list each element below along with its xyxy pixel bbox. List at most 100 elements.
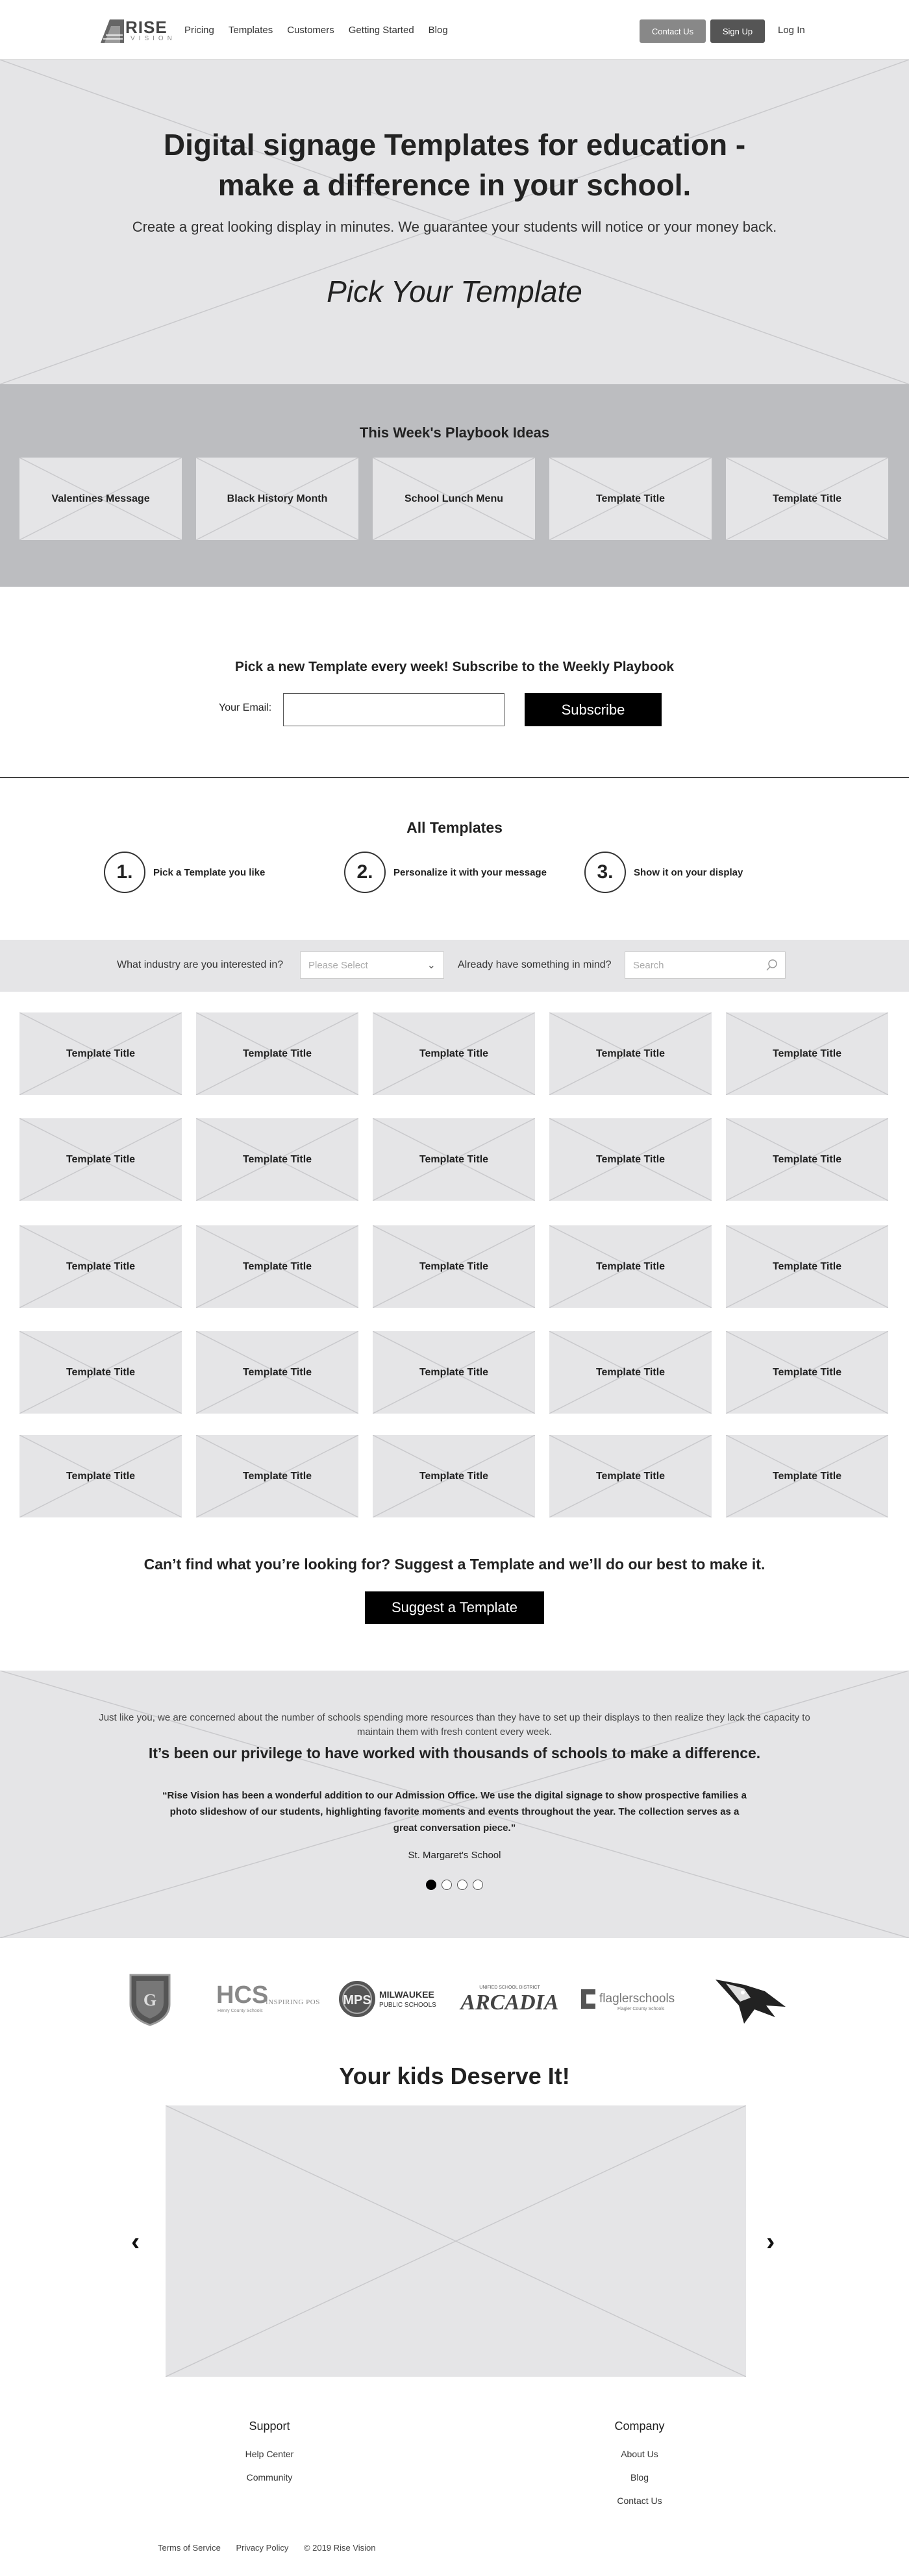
step-number: 2.	[344, 852, 386, 893]
template-card[interactable]: Template Title	[19, 1331, 182, 1414]
playbook-card[interactable]: Valentines Message	[19, 458, 182, 540]
nav-customers[interactable]: Customers	[287, 25, 334, 36]
playbook-card[interactable]: School Lunch Menu	[373, 458, 535, 540]
template-card[interactable]: Template Title	[726, 1331, 888, 1414]
step-item: 3. Show it on your display	[584, 852, 743, 893]
contact-us-button[interactable]: Contact Us	[640, 19, 706, 43]
template-card[interactable]: Template Title	[549, 1012, 712, 1095]
mps-mark: MPS	[343, 1993, 371, 2007]
mascot-logo	[713, 1970, 788, 2028]
email-label: Your Email:	[219, 702, 272, 713]
carousel-next-icon[interactable]: ›	[766, 2227, 775, 2257]
template-card-title: Template Title	[66, 1470, 136, 1482]
chevron-down-icon: ⌄	[427, 960, 436, 971]
suggest-template-button[interactable]: Suggest a Template	[365, 1591, 544, 1624]
template-card[interactable]: Template Title	[726, 1012, 888, 1095]
mps-name-line2: PUBLIC SCHOOLS	[379, 2002, 436, 2009]
template-card[interactable]: Template Title	[726, 1435, 888, 1517]
playbook-card[interactable]: Black History Month	[196, 458, 358, 540]
playbook-card[interactable]: Template Title	[726, 458, 888, 540]
logo-rise-text: RISE	[125, 18, 168, 37]
hero-title: Digital signage Templates for education …	[0, 125, 909, 205]
template-card-title: Template Title	[242, 1153, 312, 1165]
playbook-section: This Week's Playbook Ideas Valentines Me…	[0, 384, 909, 587]
suggest-title: Can’t find what you’re looking for? Sugg…	[143, 1556, 766, 1573]
search-icon[interactable]	[766, 959, 778, 972]
step-text: Show it on your display	[634, 866, 743, 878]
step-number: 3.	[584, 852, 626, 893]
template-card[interactable]: Template Title	[373, 1118, 535, 1201]
footer-link-community[interactable]: Community	[205, 2466, 334, 2489]
search-input[interactable]: Search	[625, 951, 786, 979]
template-card-title: Template Title	[419, 1260, 489, 1272]
template-card[interactable]: Template Title	[196, 1435, 358, 1517]
logo-vision-text: VISION	[131, 35, 176, 42]
template-card[interactable]: Template Title	[19, 1435, 182, 1517]
template-card-title: Template Title	[595, 1260, 666, 1272]
template-card[interactable]: Template Title	[196, 1012, 358, 1095]
carousel-dot[interactable]	[442, 1880, 452, 1890]
nav-getting-started[interactable]: Getting Started	[349, 25, 414, 36]
template-card[interactable]: Template Title	[373, 1225, 535, 1308]
carousel-dot[interactable]	[473, 1880, 483, 1890]
carousel-dot[interactable]	[457, 1880, 467, 1890]
nav-blog[interactable]: Blog	[429, 25, 448, 36]
footer-link-blog[interactable]: Blog	[575, 2466, 704, 2489]
template-card-title: Template Title	[419, 1153, 489, 1165]
template-card[interactable]: Template Title	[19, 1012, 182, 1095]
footer-link-about-us[interactable]: About Us	[575, 2442, 704, 2466]
footer-link-help-center[interactable]: Help Center	[205, 2442, 334, 2466]
footer-link-contact-us[interactable]: Contact Us	[575, 2489, 704, 2512]
template-card-title: Template Title	[242, 1470, 312, 1482]
subscribe-button[interactable]: Subscribe	[525, 693, 662, 726]
step-text: Personalize it with your message	[393, 866, 547, 878]
kids-title: Your kids Deserve It!	[339, 2063, 570, 2089]
template-card[interactable]: Template Title	[196, 1225, 358, 1308]
privacy-link[interactable]: Privacy Policy	[236, 2543, 288, 2553]
footer-support-title: Support	[249, 2420, 290, 2433]
template-card[interactable]: Template Title	[549, 1435, 712, 1517]
footer-company: Company About Us Blog Contact Us	[575, 2420, 704, 2512]
template-card-title: Template Title	[419, 1366, 489, 1378]
testimonial-quote: “Rise Vision has been a wonderful additi…	[162, 1790, 747, 1834]
flagler-logo: flaglerschools Flagler County Schools	[580, 1970, 684, 2028]
playbook-card-title: Template Title	[595, 493, 666, 504]
template-card[interactable]: Template Title	[19, 1118, 182, 1201]
template-card-title: Template Title	[595, 1153, 666, 1165]
template-card[interactable]: Template Title	[373, 1012, 535, 1095]
template-card[interactable]: Template Title	[549, 1331, 712, 1414]
flagler-sub: Flagler County Schools	[617, 2007, 665, 2011]
carousel-prev-icon[interactable]: ‹	[131, 2227, 140, 2257]
template-card[interactable]: Template Title	[549, 1225, 712, 1308]
industry-select-placeholder: Please Select	[308, 960, 368, 971]
hero-title-line1: Digital signage Templates for education …	[163, 128, 746, 162]
template-card[interactable]: Template Title	[726, 1118, 888, 1201]
industry-select[interactable]: Please Select ⌄	[300, 951, 444, 979]
mps-logo-image: MPS MILWAUKEE PUBLIC SCHOOLS	[339, 1981, 436, 2017]
hcs-logo-image: HCS Henry County Schools INSPIRING POSSI…	[216, 1981, 320, 2013]
terms-link[interactable]: Terms of Service	[158, 2543, 221, 2553]
playbook-card[interactable]: Template Title	[549, 458, 712, 540]
sign-up-button[interactable]: Sign Up	[710, 19, 765, 43]
testimonial-section: Just like you, we are concerned about th…	[0, 1671, 909, 1938]
nav-pricing[interactable]: Pricing	[184, 25, 214, 36]
rise-vision-logo[interactable]: RISE VISION	[101, 19, 176, 43]
template-card-title: Template Title	[772, 1470, 842, 1482]
template-card[interactable]: Template Title	[549, 1118, 712, 1201]
template-card-title: Template Title	[242, 1366, 312, 1378]
template-card[interactable]: Template Title	[19, 1225, 182, 1308]
template-card[interactable]: Template Title	[726, 1225, 888, 1308]
template-card[interactable]: Template Title	[373, 1331, 535, 1414]
step-item: 2. Personalize it with your message	[344, 852, 547, 893]
carousel-dot[interactable]	[426, 1880, 436, 1890]
nav-templates[interactable]: Templates	[229, 25, 273, 36]
template-card[interactable]: Template Title	[373, 1435, 535, 1517]
template-card[interactable]: Template Title	[196, 1118, 358, 1201]
template-card-title: Template Title	[772, 1153, 842, 1165]
log-in-link[interactable]: Log In	[778, 25, 805, 36]
mps-logo: MPS MILWAUKEE PUBLIC SCHOOLS	[338, 1970, 442, 2028]
email-field[interactable]	[283, 693, 504, 726]
step-number: 1.	[104, 852, 145, 893]
template-card[interactable]: Template Title	[196, 1331, 358, 1414]
template-card-title: Template Title	[772, 1048, 842, 1059]
